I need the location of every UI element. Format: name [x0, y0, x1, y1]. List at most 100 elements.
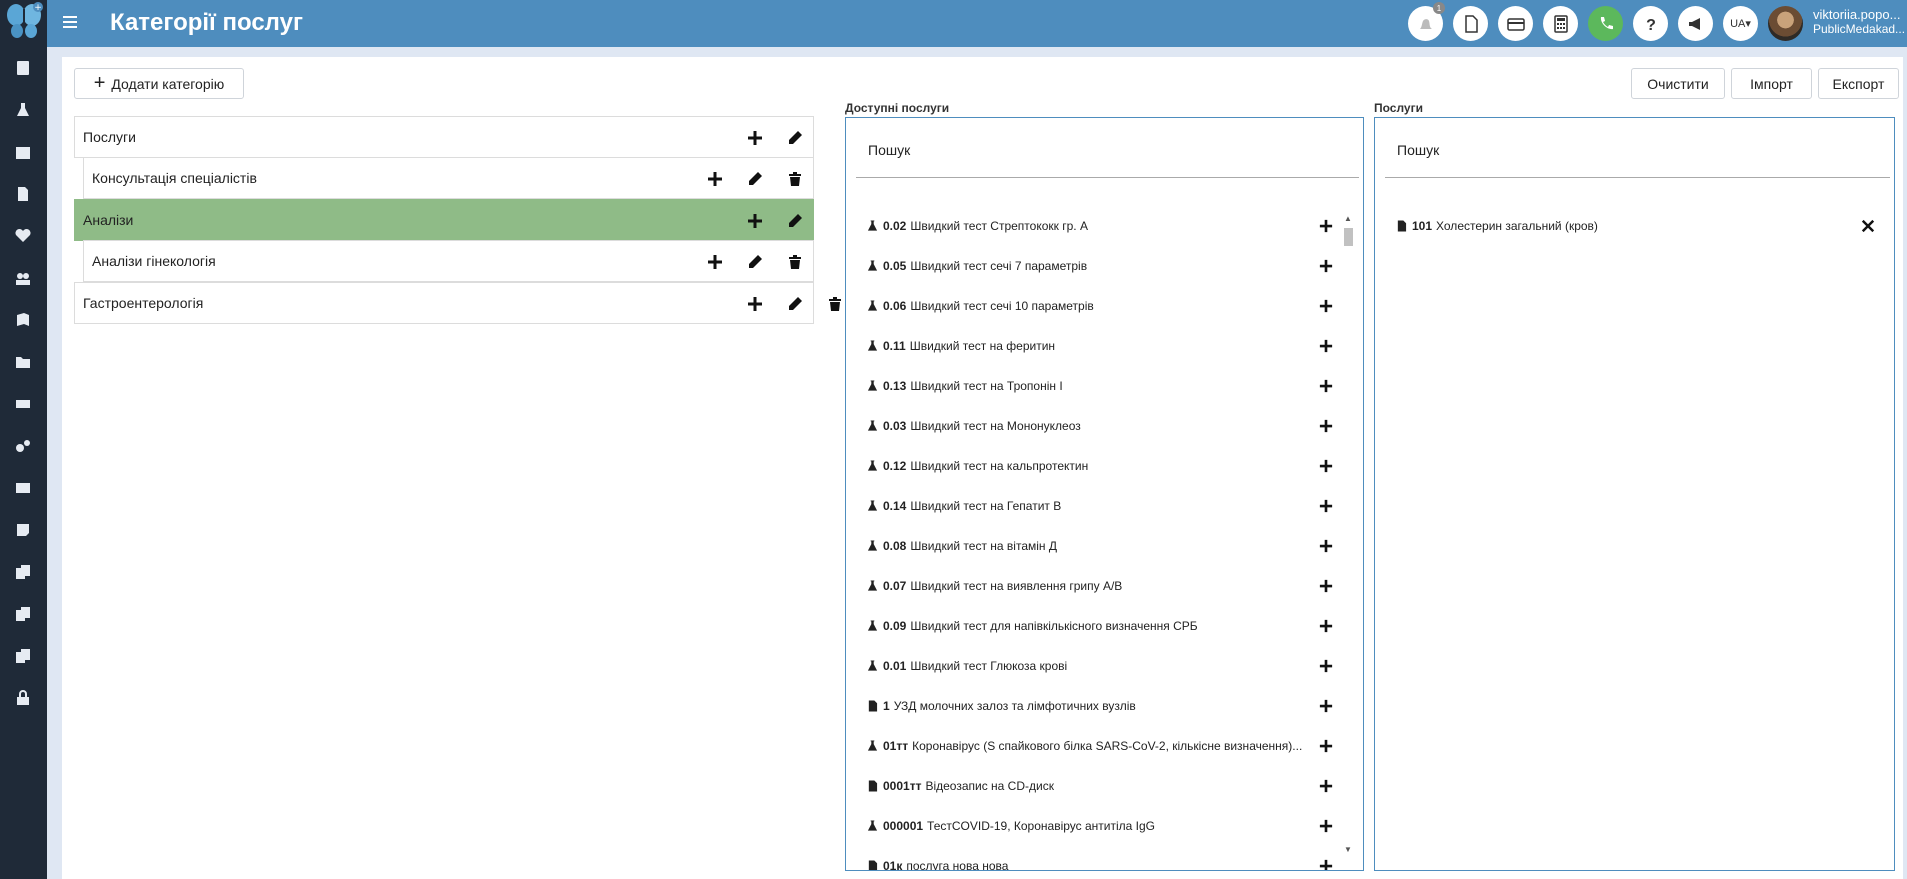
document-icon	[865, 860, 879, 870]
service-code: 0.13	[883, 379, 907, 393]
lock-icon[interactable]	[13, 688, 33, 708]
delete-button[interactable]	[786, 170, 804, 188]
sidebar: +	[0, 0, 47, 879]
document-icon	[1394, 220, 1408, 232]
add-category-button[interactable]: + Додати категорію	[74, 68, 244, 99]
note-icon[interactable]	[13, 520, 33, 540]
add-service-button[interactable]	[1319, 699, 1335, 715]
scroll-down-icon[interactable]: ▼	[1344, 845, 1352, 854]
add-service-button[interactable]	[1319, 779, 1335, 795]
delete-button[interactable]	[786, 253, 804, 271]
folder-icon[interactable]	[13, 352, 33, 372]
category-row[interactable]: Гастроентерологія	[74, 282, 841, 324]
document-icon[interactable]	[13, 184, 33, 204]
butterfly-logo[interactable]: +	[4, 1, 44, 41]
flask-icon	[865, 580, 879, 592]
notification-button[interactable]: 1	[1408, 2, 1445, 41]
category-row[interactable]: Послуги	[74, 116, 814, 158]
service-name: Швидкий тест на феритин	[909, 339, 1056, 353]
selected-search-input[interactable]: Пошук	[1385, 122, 1890, 178]
add-service-button[interactable]	[1319, 259, 1335, 275]
flask-icon	[865, 220, 879, 232]
import-button[interactable]: Імпорт	[1731, 68, 1812, 99]
add-service-button[interactable]	[1319, 819, 1335, 835]
users-icon[interactable]	[13, 268, 33, 288]
announcements-button[interactable]	[1678, 6, 1713, 41]
service-name: УЗД молочних залоз та лімфотичних вузлів	[893, 699, 1136, 713]
add-service-button[interactable]	[1319, 379, 1335, 395]
add-service-button[interactable]	[1319, 579, 1335, 595]
add-subcategory-button[interactable]	[746, 129, 764, 147]
service-name: Швидкий тест на виявлення грипу А/В	[910, 579, 1123, 593]
user-menu[interactable]: viktoriia.popo... PublicMedakad...	[1813, 8, 1907, 36]
scroll-thumb[interactable]	[1344, 228, 1353, 246]
service-item: 0.05 Швидкий тест сечі 7 параметрів	[865, 256, 1325, 276]
bell-icon	[1419, 18, 1432, 29]
edit-button[interactable]	[746, 170, 764, 188]
service-item: 000001 ТестCOVID-19, Коронавірус антитіла…	[865, 816, 1325, 836]
category-row[interactable]: Аналізи гінекологія	[83, 240, 814, 282]
gears-icon[interactable]	[13, 436, 33, 456]
scrollbar[interactable]: ▲ ▼	[1342, 214, 1354, 854]
trash-icon	[789, 172, 801, 186]
service-item: 0.11 Швидкий тест на феритин	[865, 336, 1325, 356]
add-subcategory-button[interactable]	[706, 253, 724, 271]
avatar[interactable]	[1768, 6, 1803, 41]
add-subcategory-button[interactable]	[746, 295, 764, 313]
category-row[interactable]: Консультація спеціалістів	[83, 157, 814, 199]
remove-service-button[interactable]	[1861, 219, 1877, 235]
add-service-button[interactable]	[1319, 859, 1335, 870]
edit-button[interactable]	[786, 129, 804, 147]
add-subcategory-button[interactable]	[706, 170, 724, 188]
service-code: 0.03	[883, 419, 907, 433]
delete-button[interactable]	[826, 295, 844, 313]
pdf-button[interactable]	[1453, 6, 1488, 41]
copy-icon[interactable]	[13, 562, 33, 582]
language-selector[interactable]: UA ▾	[1723, 6, 1758, 41]
flask-icon	[865, 820, 879, 832]
heartbeat-icon[interactable]	[13, 226, 33, 246]
document-icon	[865, 780, 879, 792]
flask-icon	[865, 460, 879, 472]
add-service-button[interactable]	[1319, 299, 1335, 315]
flask-icon[interactable]	[13, 100, 33, 120]
menu-icon[interactable]	[63, 16, 77, 30]
add-service-button[interactable]	[1319, 419, 1335, 435]
add-service-button[interactable]	[1319, 219, 1335, 235]
table-icon[interactable]	[13, 478, 33, 498]
help-button[interactable]: ?	[1633, 6, 1668, 41]
edit-button[interactable]	[746, 253, 764, 271]
add-subcategory-button[interactable]	[746, 212, 764, 230]
service-name: Швидкий тест на вітамін Д	[910, 539, 1058, 553]
service-code: 0.11	[883, 339, 906, 353]
add-service-button[interactable]	[1319, 739, 1335, 755]
book-icon[interactable]	[13, 310, 33, 330]
payment-button[interactable]	[1498, 6, 1533, 41]
add-service-button[interactable]	[1319, 459, 1335, 475]
edit-button[interactable]	[786, 295, 804, 313]
clear-button[interactable]: Очистити	[1631, 68, 1725, 99]
scroll-up-icon[interactable]: ▲	[1344, 214, 1352, 223]
money-icon[interactable]	[13, 394, 33, 414]
export-button[interactable]: Експорт	[1818, 68, 1899, 99]
calculator-button[interactable]	[1543, 6, 1578, 41]
category-row-selected[interactable]: Аналізи	[74, 199, 814, 241]
service-item: 0.08 Швидкий тест на вітамін Д	[865, 536, 1325, 556]
contacts-icon[interactable]	[13, 58, 33, 78]
edit-button[interactable]	[786, 212, 804, 230]
add-service-button[interactable]	[1319, 619, 1335, 635]
copy-icon[interactable]	[13, 646, 33, 666]
add-service-button[interactable]	[1319, 499, 1335, 515]
calendar-icon[interactable]	[13, 142, 33, 162]
service-code: 0.07	[883, 579, 907, 593]
add-service-button[interactable]	[1319, 539, 1335, 555]
phone-icon	[1600, 16, 1613, 29]
add-service-button[interactable]	[1319, 339, 1335, 355]
call-button[interactable]	[1588, 6, 1623, 41]
available-search-input[interactable]: Пошук	[856, 122, 1359, 178]
copy-icon[interactable]	[13, 604, 33, 624]
plus-icon	[748, 214, 762, 228]
flask-icon	[865, 260, 879, 272]
add-service-button[interactable]	[1319, 659, 1335, 675]
service-code: 0.09	[883, 619, 907, 633]
